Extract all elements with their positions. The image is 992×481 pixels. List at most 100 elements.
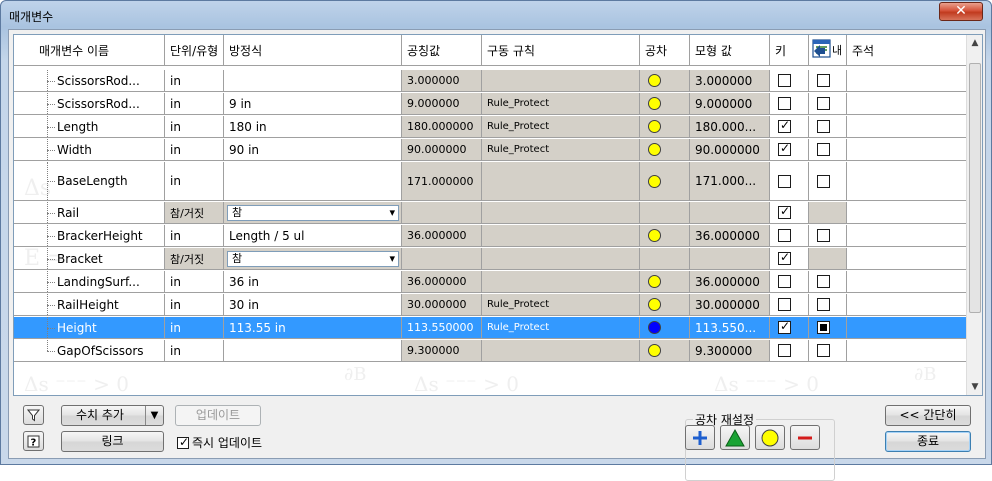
tolerance-cell[interactable] [640, 317, 690, 338]
header-drive-rule[interactable]: 구동 규칙 [482, 35, 640, 66]
export-checkbox[interactable] [817, 74, 830, 87]
tolerance-yellow-circle-icon[interactable] [648, 229, 661, 242]
export-checkbox[interactable] [817, 344, 830, 357]
key-cell[interactable] [770, 162, 809, 200]
key-cell[interactable] [770, 294, 809, 315]
key-checkbox[interactable] [778, 74, 791, 87]
key-checkbox[interactable] [778, 250, 791, 265]
parameter-name-cell[interactable]: GapOfScissors [14, 340, 165, 361]
tolerance-cell[interactable] [640, 162, 690, 200]
export-cell[interactable] [809, 93, 847, 114]
key-checkbox[interactable] [778, 97, 791, 110]
tolerance-yellow-circle-icon[interactable] [648, 298, 661, 311]
unit-cell[interactable]: in [165, 116, 224, 137]
key-cell[interactable] [770, 317, 809, 338]
immediate-update-option[interactable]: 즉시 업데이트 [174, 434, 262, 451]
comment-cell[interactable] [847, 225, 967, 246]
tolerance-cell[interactable] [640, 202, 690, 223]
tolerance-cell[interactable] [640, 271, 690, 292]
equation-cell[interactable]: 180 in [224, 116, 402, 137]
parameter-name-cell[interactable]: BrackerHeight [14, 225, 165, 246]
equation-cell[interactable] [224, 340, 402, 361]
tolerance-blue-circle-icon[interactable] [648, 321, 661, 334]
tolerance-yellow-circle-icon[interactable] [648, 275, 661, 288]
parameter-name-cell[interactable]: Bracket [14, 248, 165, 269]
header-tolerance[interactable]: 공차 [640, 35, 690, 66]
table-row[interactable]: Width in 90 in 90.000000 Rule_Protect 90.0000… [14, 139, 967, 161]
key-cell[interactable] [770, 248, 809, 269]
table-row[interactable]: ScissorsRod... in 9 in 9.000000 Rule_Protect… [14, 93, 967, 115]
header-export[interactable]: 내 [809, 35, 847, 66]
key-cell[interactable] [770, 225, 809, 246]
comment-cell[interactable] [847, 317, 967, 338]
filter-button[interactable] [23, 405, 44, 425]
key-cell[interactable] [770, 139, 809, 160]
export-checkbox[interactable] [817, 97, 830, 110]
header-nominal[interactable]: 공칭값 [402, 35, 482, 66]
export-cell[interactable] [809, 340, 847, 361]
header-name[interactable]: 매개변수 이름 [14, 35, 165, 66]
parameter-name-cell[interactable]: ScissorsRod... [14, 70, 165, 91]
tolerance-yellow-circle-icon[interactable] [648, 344, 661, 357]
equation-cell[interactable]: 113.55 in [224, 317, 402, 338]
unit-cell[interactable]: in [165, 139, 224, 160]
add-numeric-button[interactable]: 수치 추가 ▼ [61, 405, 164, 426]
comment-cell[interactable] [847, 271, 967, 292]
key-checkbox[interactable] [778, 298, 791, 311]
tolerance-cell[interactable] [640, 70, 690, 91]
parameter-name-cell[interactable]: RailHeight [14, 294, 165, 315]
tolerance-cell[interactable] [640, 294, 690, 315]
key-checkbox[interactable] [778, 319, 791, 334]
boolean-select[interactable]: 참 [227, 250, 399, 267]
key-checkbox[interactable] [778, 174, 791, 188]
table-row[interactable]: LandingSurf... in 36 in 36.000000 36.000000 [14, 271, 967, 293]
boolean-select[interactable]: 참 [227, 204, 399, 221]
header-key[interactable]: 키 [770, 35, 809, 66]
tolerance-yellow-circle-icon[interactable] [648, 174, 661, 188]
export-cell[interactable] [809, 317, 847, 338]
key-cell[interactable] [770, 70, 809, 91]
comment-cell[interactable] [847, 116, 967, 137]
header-unit[interactable]: 단위/유형 [165, 35, 224, 66]
tolerance-cell[interactable] [640, 225, 690, 246]
equation-cell[interactable] [224, 70, 402, 91]
equation-cell[interactable]: 90 in [224, 139, 402, 160]
equation-cell[interactable]: 36 in [224, 271, 402, 292]
key-checkbox[interactable] [778, 344, 791, 357]
export-checkbox[interactable] [817, 298, 830, 311]
comment-cell[interactable] [847, 294, 967, 315]
tolerance-cell[interactable] [640, 248, 690, 269]
tolerance-cell[interactable] [640, 93, 690, 114]
close-dialog-button[interactable]: 종료 [885, 431, 971, 452]
key-checkbox[interactable] [778, 118, 791, 133]
update-button[interactable]: 업데이트 [175, 405, 261, 426]
export-cell[interactable] [809, 225, 847, 246]
parameter-name-cell[interactable]: BaseLength [14, 162, 165, 200]
comment-cell[interactable] [847, 340, 967, 361]
tolerance-cell[interactable] [640, 139, 690, 160]
immediate-update-checkbox[interactable] [177, 435, 189, 449]
close-button[interactable]: ✕ [939, 2, 983, 21]
key-checkbox[interactable] [778, 141, 791, 156]
export-cell[interactable] [809, 271, 847, 292]
parameter-name-cell[interactable]: Rail [14, 202, 165, 223]
unit-cell[interactable]: in [165, 294, 224, 315]
comment-cell[interactable] [847, 162, 967, 200]
scroll-thumb[interactable] [969, 63, 981, 313]
grid-vertical-scrollbar[interactable]: ▲ ▼ [966, 35, 982, 395]
equation-cell[interactable]: 참 [224, 248, 402, 269]
header-model-value[interactable]: 모형 값 [690, 35, 770, 66]
key-cell[interactable] [770, 340, 809, 361]
unit-cell[interactable]: in [165, 317, 224, 338]
key-cell[interactable] [770, 116, 809, 137]
nominal-tolerance-button[interactable] [755, 425, 785, 450]
lower-tolerance-button[interactable] [790, 425, 820, 450]
comment-cell[interactable] [847, 248, 967, 269]
tolerance-cell[interactable] [640, 340, 690, 361]
header-comment[interactable]: 주석 [847, 35, 967, 66]
tolerance-yellow-circle-icon[interactable] [648, 120, 661, 133]
export-cell[interactable] [809, 162, 847, 200]
tolerance-yellow-circle-icon[interactable] [648, 143, 661, 156]
equation-cell[interactable]: 참 [224, 202, 402, 223]
table-row[interactable]: GapOfScissors in 9.300000 9.300000 [14, 340, 967, 362]
